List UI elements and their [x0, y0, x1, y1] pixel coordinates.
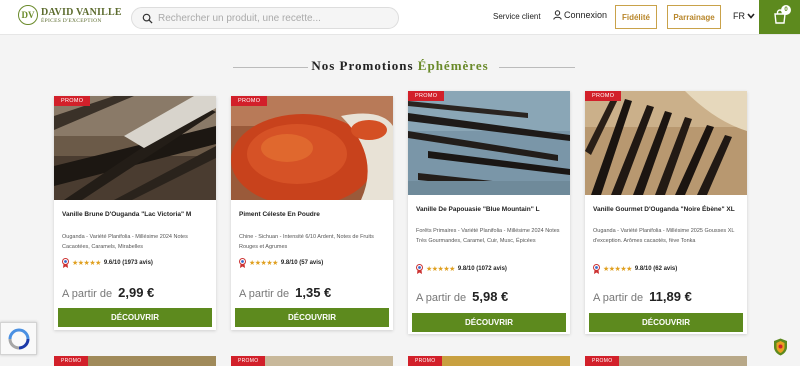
promo-badge: PROMO	[54, 356, 89, 366]
promo-badge: PROMO	[585, 356, 620, 366]
promo-badge: PROMO	[408, 356, 443, 366]
rating-text: 9.6/10 (1973 avis)	[103, 260, 153, 266]
price-row: A partir de 1,35 €	[239, 285, 331, 300]
search-input[interactable]	[158, 10, 393, 26]
award-icon	[416, 264, 423, 274]
language-selector[interactable]: FR	[733, 11, 755, 21]
award-icon	[239, 258, 246, 268]
section-title-main: Nos Promotions	[311, 58, 414, 73]
price-prefix: A partir de	[593, 292, 644, 304]
promo-badge: PROMO	[54, 96, 91, 106]
rating-text: 9.8/10 (1072 avis)	[457, 266, 507, 272]
section-title: Nos Promotions Éphémères	[0, 58, 800, 74]
recaptcha-badge[interactable]	[0, 322, 37, 355]
section-title-accent: Éphémères	[417, 58, 489, 73]
product-image[interactable]: PROMO	[54, 96, 216, 200]
promo-badge: PROMO	[231, 356, 266, 366]
price-prefix: A partir de	[62, 288, 113, 300]
product-card-partial[interactable]: PROMO	[231, 356, 393, 366]
award-icon	[593, 264, 600, 274]
search-bar	[131, 7, 399, 29]
product-card[interactable]: PROMO Vanille Gourmet D'Ouganda "Noire É…	[585, 91, 747, 334]
logo-name: DAVID VANILLE	[41, 6, 122, 18]
product-card[interactable]: PROMO Piment Céleste En Poudre Chine - S…	[231, 96, 393, 330]
price-prefix: A partir de	[416, 292, 467, 304]
site-header: DV DAVID VANILLE ÉPICES D'EXCEPTION Serv…	[0, 0, 800, 35]
title-rule-right	[499, 67, 575, 68]
star-rating: ★★★★★	[72, 260, 101, 267]
product-name[interactable]: Vanille Brune D'Ouganda "Lac Victoria" M	[62, 210, 212, 219]
promo-badge: PROMO	[408, 91, 445, 101]
product-rating: ★★★★★ 9.8/10 (62 avis)	[593, 264, 677, 274]
rating-text: 9.8/10 (57 avis)	[280, 260, 324, 266]
product-image[interactable]: PROMO	[408, 91, 570, 195]
promo-badge: PROMO	[231, 96, 268, 106]
product-rating: ★★★★★ 9.8/10 (57 avis)	[239, 258, 323, 268]
product-card-partial[interactable]: PROMO	[585, 356, 747, 366]
promo-badge: PROMO	[585, 91, 622, 101]
product-image[interactable]: PROMO	[231, 96, 393, 200]
product-card-partial[interactable]: PROMO	[408, 356, 570, 366]
product-rating: ★★★★★ 9.6/10 (1973 avis)	[62, 258, 153, 268]
search-icon[interactable]	[142, 13, 153, 24]
product-name[interactable]: Vanille De Papouasie "Blue Mountain" L	[416, 205, 566, 214]
product-name[interactable]: Piment Céleste En Poudre	[239, 210, 389, 219]
product-image[interactable]: PROMO	[585, 91, 747, 195]
product-description: Ouganda - Variété Planifolia - Millésime…	[62, 234, 188, 250]
cart-count-badge: 0	[781, 5, 791, 15]
price: 5,98 €	[472, 289, 509, 304]
product-card-partial[interactable]: PROMO	[54, 356, 216, 366]
price-row: A partir de 2,99 €	[62, 285, 154, 300]
discover-button[interactable]: DÉCOUVRIR	[58, 308, 212, 327]
site-logo[interactable]: DV DAVID VANILLE ÉPICES D'EXCEPTION	[18, 5, 122, 25]
user-icon	[553, 10, 562, 20]
product-description: Ouganda - Variété Planifolia - Millésime…	[593, 228, 735, 244]
product-name[interactable]: Vanille Gourmet D'Ouganda "Noire Ébène" …	[593, 205, 743, 214]
discover-button[interactable]: DÉCOUVRIR	[412, 313, 566, 332]
star-rating: ★★★★★	[603, 266, 632, 273]
login-label: Connexion	[564, 10, 608, 20]
logo-mark: DV	[18, 5, 38, 25]
price-row: A partir de 5,98 €	[416, 289, 508, 304]
star-rating: ★★★★★	[249, 260, 278, 267]
discover-button[interactable]: DÉCOUVRIR	[589, 313, 743, 332]
cart-button[interactable]: 0	[759, 0, 800, 34]
recaptcha-icon	[8, 328, 29, 349]
product-description: Forêts Primaires - Variété Planifolia - …	[416, 228, 560, 244]
price: 11,89 €	[649, 289, 692, 304]
chevron-down-icon	[747, 13, 755, 19]
parrainage-button[interactable]: Parrainage	[667, 5, 721, 29]
star-rating: ★★★★★	[426, 266, 455, 273]
product-description: Chine - Sichuan - Intensité 6/10 Ardent,…	[239, 234, 374, 250]
language-label: FR	[733, 11, 745, 21]
price-prefix: A partir de	[239, 288, 290, 300]
product-card[interactable]: PROMO Vanille De Papouasie "Blue Mountai…	[408, 91, 570, 334]
rating-text: 9.8/10 (62 avis)	[634, 266, 678, 272]
price: 1,35 €	[295, 285, 332, 300]
login-link[interactable]: Connexion	[553, 10, 607, 20]
price: 2,99 €	[118, 285, 155, 300]
discover-button[interactable]: DÉCOUVRIR	[235, 308, 389, 327]
price-row: A partir de 11,89 €	[593, 289, 692, 304]
fidelite-button[interactable]: Fidélité	[615, 5, 657, 29]
logo-tagline: ÉPICES D'EXCEPTION	[41, 17, 102, 24]
shield-icon[interactable]	[773, 338, 788, 356]
product-rating: ★★★★★ 9.8/10 (1072 avis)	[416, 264, 507, 274]
award-icon	[62, 258, 69, 268]
product-card[interactable]: PROMO Vanille Brune D'Ouganda "Lac Victo…	[54, 96, 216, 330]
service-client-link[interactable]: Service client	[493, 12, 541, 21]
